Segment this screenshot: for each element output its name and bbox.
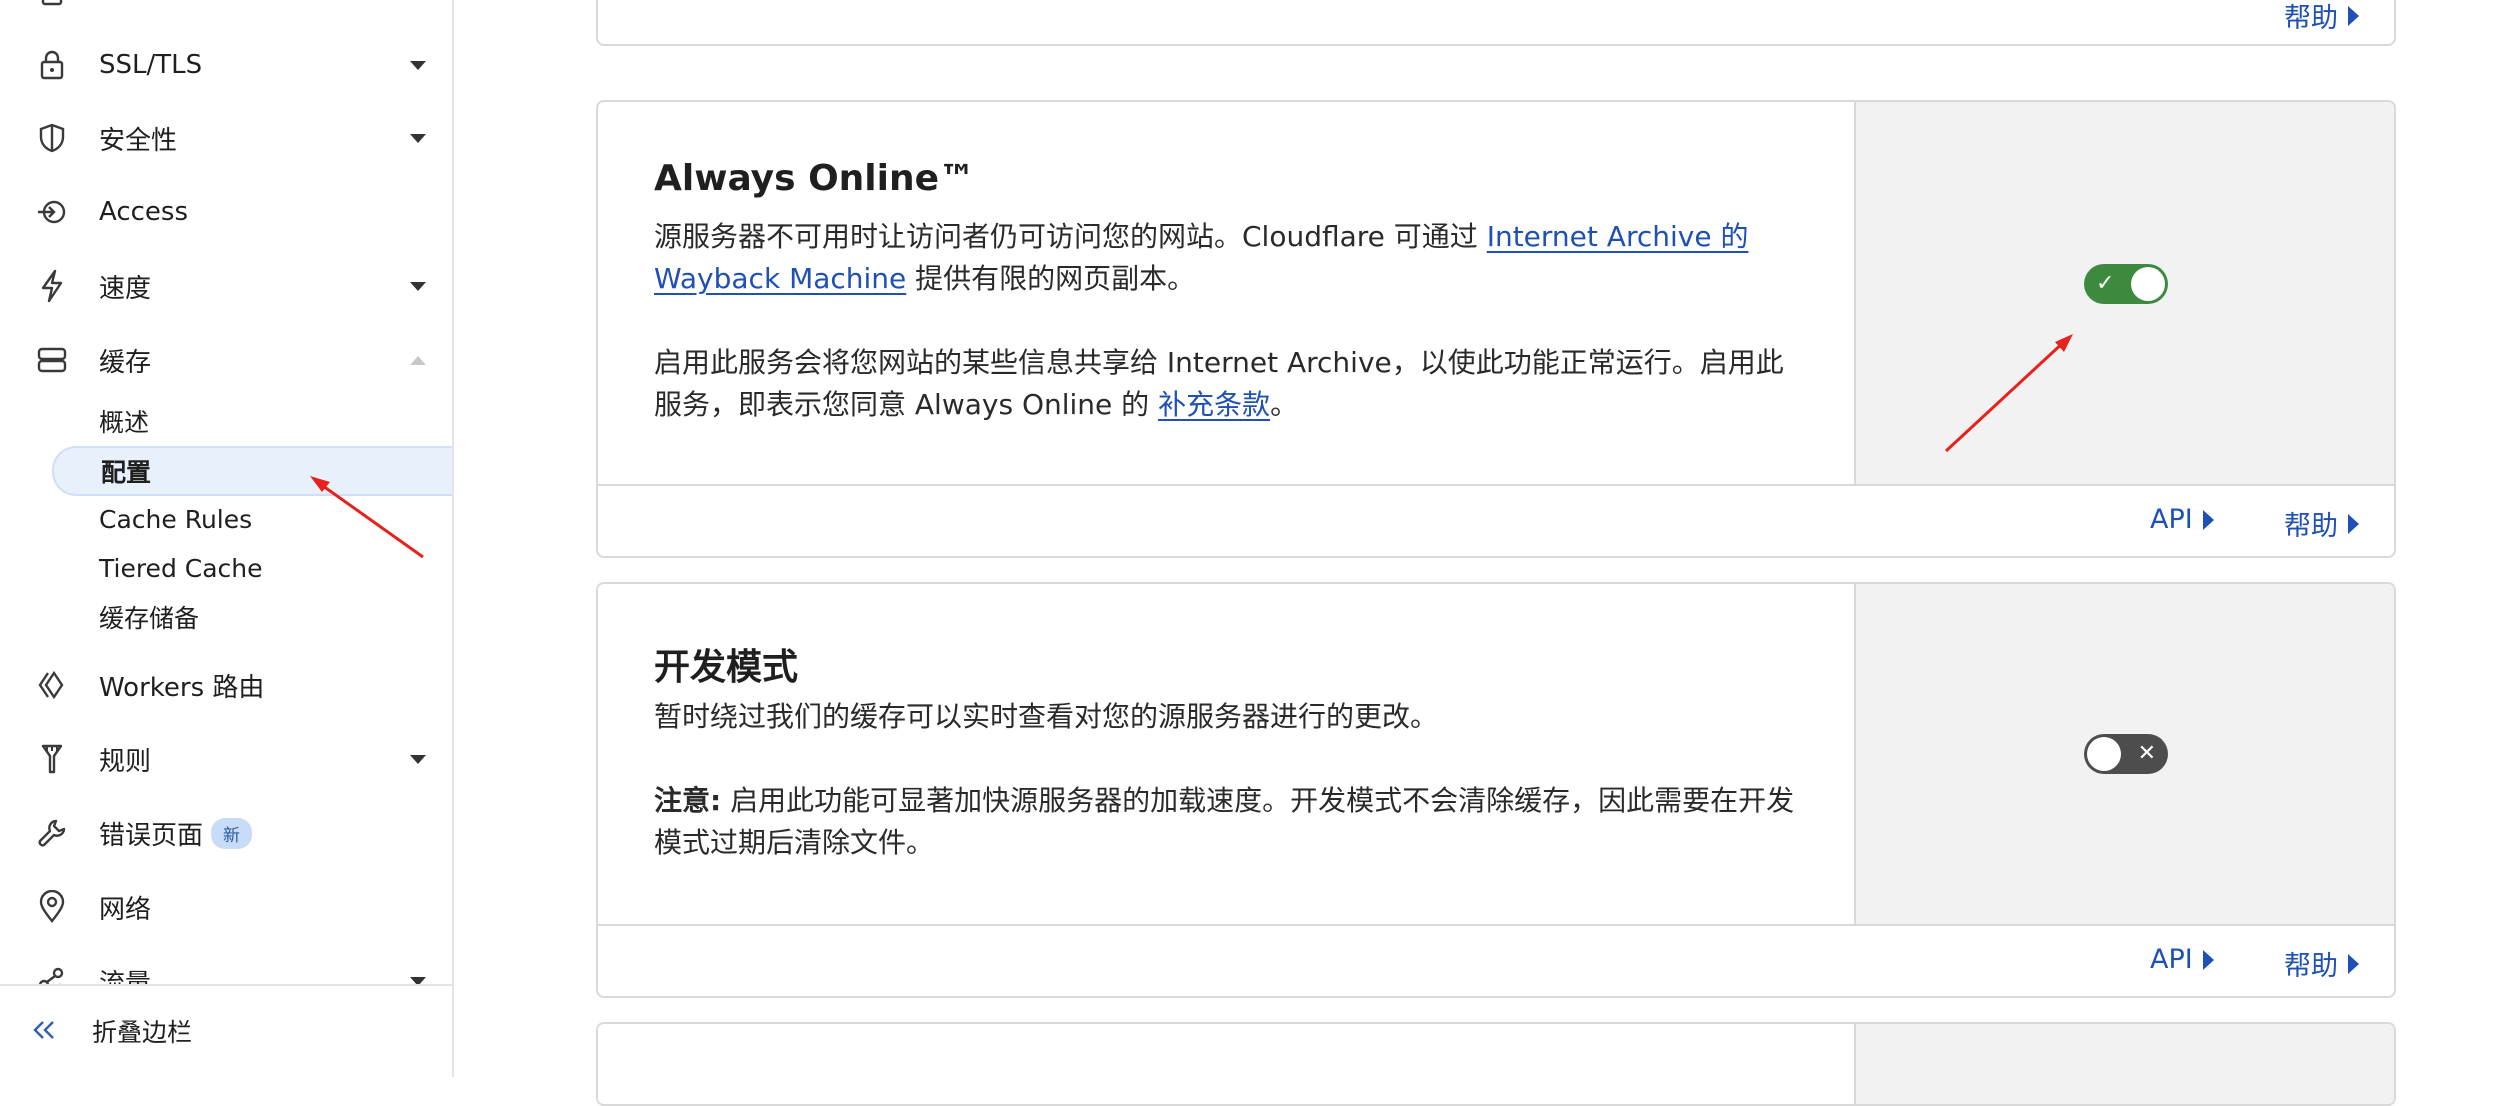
api-link-label: API: [2150, 504, 2193, 535]
api-link[interactable]: API: [2150, 504, 2214, 535]
shield-icon: [32, 118, 72, 158]
desc-text: 源服务器不可用时让访问者仍可访问您的网站。Cloudflare 可通过: [654, 220, 1487, 253]
wrench-icon: [32, 813, 72, 853]
sidebar-item-label: Workers 路由: [99, 672, 265, 703]
development-mode-toggle[interactable]: ✕: [2084, 734, 2168, 774]
caret-right-icon: [2348, 5, 2359, 26]
new-badge: 新: [211, 817, 252, 849]
collapse-sidebar-label: 折叠边栏: [92, 1018, 193, 1047]
sidebar-subitem-cache-rules[interactable]: Cache Rules: [0, 495, 452, 543]
chevron-down-icon[interactable]: [410, 60, 426, 70]
help-link[interactable]: 帮助: [2284, 504, 2359, 543]
always-online-card: Always Online™ 源服务器不可用时让访问者仍可访问您的网站。Clou…: [596, 100, 2396, 558]
rules-icon: [32, 739, 72, 779]
chevron-down-icon[interactable]: [410, 281, 426, 291]
note-label: 注意:: [654, 784, 722, 817]
desc-text: 。: [1270, 388, 1299, 421]
card-description-2: 启用此服务会将您网站的某些信息共享给 Internet Archive，以使此功…: [654, 342, 1804, 426]
sidebar-item-label: 网络: [99, 894, 152, 925]
note-text: 启用此功能可显著加快源服务器的加载速度。开发模式不会清除缓存，因此需要在开发模式…: [654, 784, 1795, 859]
sidebar-subitem-label: 概述: [99, 408, 150, 437]
check-icon: ✓: [2096, 271, 2115, 296]
help-link-label: 帮助: [2284, 951, 2338, 982]
sidebar-item-label: 错误页面: [99, 820, 204, 851]
settings-card-partial: [596, 1022, 2396, 1106]
lightning-icon: [32, 266, 72, 306]
document-icon: [32, 0, 72, 12]
sidebar-subitem-cache-reserve[interactable]: 缓存储备: [0, 593, 452, 641]
sidebar-subitem-configuration[interactable]: 配置: [52, 446, 452, 496]
toggle-knob: [2087, 737, 2121, 771]
location-pin-icon: [32, 887, 72, 927]
caret-right-icon: [2202, 509, 2214, 530]
help-link[interactable]: 帮助: [2284, 0, 2359, 35]
lock-icon: [32, 45, 72, 85]
card-title: 开发模式: [654, 647, 799, 688]
sidebar-item-workers-routes[interactable]: Workers 路由: [0, 655, 452, 715]
sidebar-item-label: 速度: [99, 273, 152, 304]
chevron-down-icon[interactable]: [410, 754, 426, 764]
always-online-toggle[interactable]: ✓: [2084, 264, 2168, 304]
sidebar: SSL/TLS 安全性 Access 速度 缓存 概述 配置 Cache Rul…: [0, 0, 454, 1077]
storage-icon: [32, 340, 72, 380]
card-main: Always Online™ 源服务器不可用时让访问者仍可访问您的网站。Clou…: [598, 102, 1856, 484]
api-link-label: API: [2150, 944, 2193, 975]
workers-icon: [32, 665, 72, 705]
toggle-knob: [2131, 267, 2165, 301]
sidebar-item-label: 缓存: [99, 347, 152, 378]
api-link[interactable]: API: [2150, 944, 2214, 975]
collapse-sidebar-button[interactable]: 折叠边栏: [0, 984, 452, 1077]
sidebar-item-label: 规则: [99, 746, 152, 777]
sidebar-subitem-label: 缓存储备: [99, 604, 200, 633]
help-link[interactable]: 帮助: [2284, 944, 2359, 983]
caret-right-icon: [2348, 513, 2359, 534]
card-description: 源服务器不可用时让访问者仍可访问您的网站。Cloudflare 可通过 Inte…: [654, 216, 1804, 300]
card-control-panel: ✓: [1856, 102, 2394, 484]
chevron-down-icon[interactable]: [410, 133, 426, 143]
sidebar-item-partial[interactable]: [0, 0, 452, 22]
card-footer: API 帮助: [598, 484, 2394, 556]
sidebar-item-label: SSL/TLS: [99, 50, 203, 80]
access-icon: [32, 192, 72, 232]
sidebar-item-speed[interactable]: 速度: [0, 256, 452, 316]
card-control-panel: [1856, 1024, 2394, 1104]
card-note: 注意: 启用此功能可显著加快源服务器的加载速度。开发模式不会清除缓存，因此需要在…: [654, 780, 1804, 864]
sidebar-item-rules[interactable]: 规则: [0, 729, 452, 789]
caret-right-icon: [2202, 949, 2214, 970]
caret-right-icon: [2348, 953, 2359, 974]
double-chevron-left-icon: [28, 1014, 60, 1046]
sidebar-subitem-label: 配置: [101, 458, 152, 487]
card-control-panel: ✕: [1856, 584, 2394, 924]
desc-text: 提供有限的网页副本。: [906, 262, 1196, 295]
chevron-up-icon[interactable]: [410, 355, 426, 365]
help-link-label: 帮助: [2284, 511, 2338, 542]
card-footer: API 帮助: [598, 924, 2394, 996]
close-icon: ✕: [2137, 741, 2156, 766]
sidebar-subitem-label: Cache Rules: [99, 504, 253, 534]
sidebar-item-error-pages[interactable]: 错误页面 新: [0, 803, 452, 863]
settings-card-partial: 帮助: [596, 0, 2396, 46]
sidebar-item-security[interactable]: 安全性: [0, 108, 452, 168]
sidebar-item-label: Access: [99, 197, 189, 227]
sidebar-subitem-overview[interactable]: 概述: [0, 397, 452, 445]
sidebar-item-network[interactable]: 网络: [0, 877, 452, 937]
sidebar-item-access[interactable]: Access: [0, 182, 452, 242]
development-mode-card: 开发模式 暂时绕过我们的缓存可以实时查看对您的源服务器进行的更改。 注意: 启用…: [596, 582, 2396, 998]
sidebar-item-cache[interactable]: 缓存: [0, 330, 452, 390]
card-title: Always Online™: [654, 158, 976, 199]
divider: [1854, 1024, 1856, 1104]
sidebar-item-ssl[interactable]: SSL/TLS: [0, 35, 452, 95]
sidebar-subitem-tiered-cache[interactable]: Tiered Cache: [0, 544, 452, 592]
sidebar-subitem-label: Tiered Cache: [99, 553, 263, 583]
card-main: 开发模式 暂时绕过我们的缓存可以实时查看对您的源服务器进行的更改。 注意: 启用…: [598, 584, 1856, 924]
supplemental-terms-link[interactable]: 补充条款: [1158, 388, 1270, 421]
card-description: 暂时绕过我们的缓存可以实时查看对您的源服务器进行的更改。: [654, 700, 1439, 733]
help-link-label: 帮助: [2284, 3, 2338, 34]
sidebar-item-label: 安全性: [99, 125, 178, 156]
